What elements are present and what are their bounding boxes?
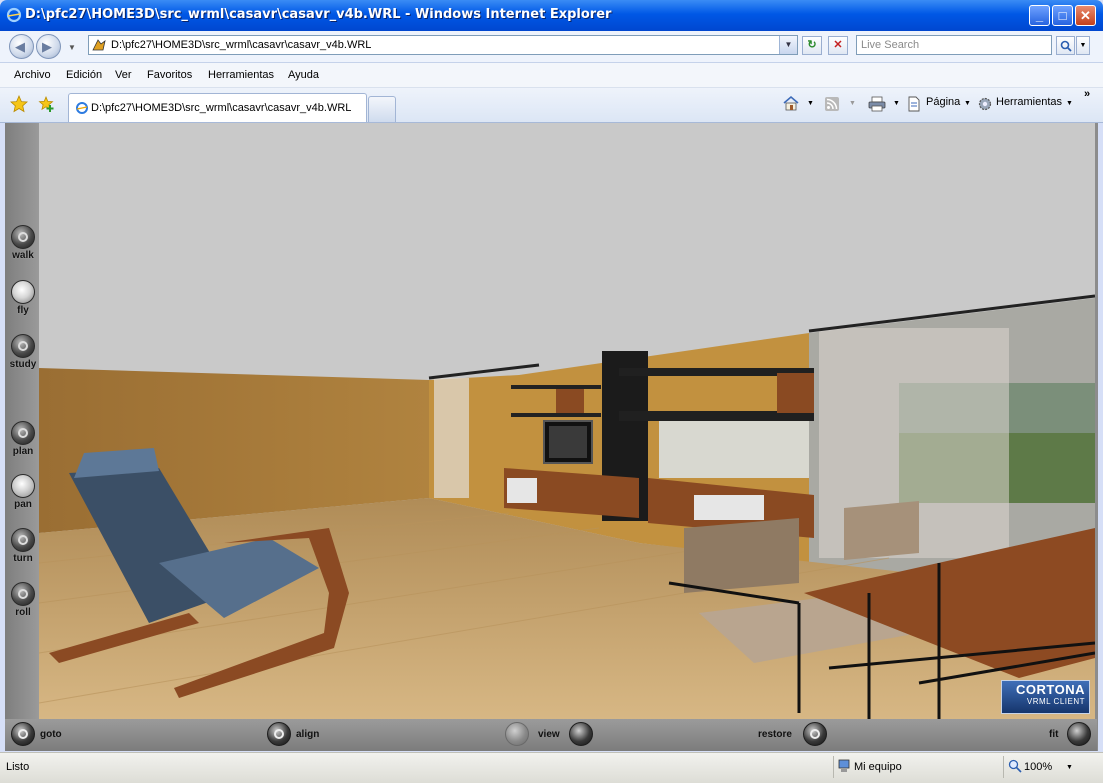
page-menu[interactable]: Página (926, 96, 960, 108)
pan-knob-icon (11, 474, 35, 498)
more-commands-chevron[interactable]: » (1084, 88, 1090, 100)
tab-active[interactable]: D:\pfc27\HOME3D\src_wrml\casavr\casavr_v… (68, 93, 367, 122)
search-placeholder: Live Search (861, 39, 920, 51)
add-favorites-icon[interactable] (37, 95, 55, 113)
fit-icon (1067, 722, 1091, 746)
feeds-dropdown-icon[interactable]: ▼ (849, 100, 856, 107)
goto-icon (11, 722, 35, 746)
align-control[interactable]: align (267, 722, 337, 748)
vrml-bottom-controls: goto align view restore fit (5, 719, 1097, 751)
refresh-icon[interactable]: ↻ (802, 36, 822, 55)
nav-fly-label: fly (17, 305, 29, 316)
menu-bar: Archivo Edición Ver Favoritos Herramient… (0, 63, 1103, 88)
nav-pan[interactable]: pan (9, 474, 37, 510)
menu-archivo[interactable]: Archivo (14, 69, 51, 81)
cortona-logo-line1: CORTONA (1016, 682, 1085, 697)
nav-walk-label: walk (12, 250, 34, 261)
history-dropdown-icon[interactable]: ▼ (68, 43, 76, 52)
stop-icon[interactable]: ✕ (828, 36, 848, 55)
maximize-button[interactable]: □ (1052, 5, 1073, 26)
goto-label: goto (40, 729, 62, 740)
minimize-button[interactable]: _ (1029, 5, 1050, 26)
next-view-icon[interactable] (569, 722, 593, 746)
restore-label: restore (758, 729, 792, 740)
view-label: view (538, 729, 560, 740)
forward-button[interactable]: ▶ (36, 34, 61, 59)
tools-dropdown-icon[interactable]: ▼ (1066, 100, 1073, 107)
cortona-logo-line2: VRML CLIENT (1026, 697, 1085, 706)
room-render (39, 123, 1095, 719)
address-field[interactable]: D:\pfc27\HOME3D\src_wrml\casavr\casavr_v… (88, 35, 798, 55)
align-label: align (296, 729, 320, 740)
search-input[interactable]: Live Search (856, 35, 1052, 55)
restore-control[interactable]: restore (757, 722, 832, 748)
nav-roll[interactable]: roll (9, 582, 37, 618)
nav-pan-label: pan (14, 499, 32, 510)
gear-icon[interactable] (977, 96, 993, 112)
address-dropdown-icon[interactable]: ▼ (779, 36, 797, 54)
roll-knob-icon (11, 582, 35, 606)
window-titlebar: D:\pfc27\HOME3D\src_wrml\casavr\casavr_v… (0, 0, 1103, 31)
zoom-icon (1008, 759, 1022, 773)
nav-fly[interactable]: fly (9, 280, 37, 316)
print-icon[interactable] (868, 96, 886, 112)
align-icon (267, 722, 291, 746)
print-dropdown-icon[interactable]: ▼ (893, 100, 900, 107)
security-zone[interactable]: Mi equipo (854, 761, 902, 773)
turn-knob-icon (11, 528, 35, 552)
vrml-3d-scene[interactable]: CORTONA VRML CLIENT (39, 123, 1095, 719)
window-title: D:\pfc27\HOME3D\src_wrml\casavr\casavr_v… (25, 7, 612, 22)
walk-knob-icon (11, 225, 35, 249)
back-button[interactable]: ◀ (9, 34, 34, 59)
status-separator-2 (1003, 756, 1004, 778)
back-arrow-icon: ◀ (15, 39, 25, 54)
status-bar: Listo Mi equipo 100% ▼ (0, 752, 1103, 783)
status-separator (833, 756, 834, 778)
feeds-icon[interactable] (825, 97, 839, 111)
ie-logo-icon (6, 7, 22, 23)
menu-edicion[interactable]: Edición (66, 69, 102, 81)
menu-ayuda[interactable]: Ayuda (288, 69, 319, 81)
tab-label: D:\pfc27\HOME3D\src_wrml\casavr\casavr_v… (91, 102, 352, 114)
computer-zone-icon (838, 759, 850, 772)
page-icon[interactable] (906, 96, 922, 112)
nav-turn[interactable]: turn (9, 528, 37, 564)
goto-control[interactable]: goto (11, 722, 81, 748)
plan-knob-icon (11, 421, 35, 445)
fit-label: fit (1049, 729, 1059, 740)
nav-plan[interactable]: plan (9, 421, 37, 457)
address-url: D:\pfc27\HOME3D\src_wrml\casavr\casavr_v… (111, 39, 372, 51)
nav-roll-label: roll (15, 607, 31, 618)
menu-herramientas[interactable]: Herramientas (208, 69, 274, 81)
new-tab-button[interactable] (368, 96, 396, 122)
ie-page-icon (76, 102, 88, 114)
vrml-file-icon (92, 39, 106, 51)
zoom-dropdown-icon[interactable]: ▼ (1066, 764, 1073, 771)
fit-control[interactable]: fit (1048, 722, 1094, 748)
nav-study[interactable]: study (9, 334, 37, 370)
forward-arrow-icon: ▶ (42, 39, 52, 54)
restore-icon (803, 722, 827, 746)
home-icon[interactable] (782, 95, 800, 111)
previous-view-icon[interactable] (505, 722, 529, 746)
home-dropdown-icon[interactable]: ▼ (807, 100, 814, 107)
study-knob-icon (11, 334, 35, 358)
page-dropdown-icon[interactable]: ▼ (964, 100, 971, 107)
nav-walk[interactable]: walk (9, 225, 37, 261)
fly-knob-icon (11, 280, 35, 304)
status-text: Listo (6, 761, 30, 773)
nav-turn-label: turn (13, 553, 33, 564)
menu-ver[interactable]: Ver (115, 69, 132, 81)
favorites-star-icon[interactable] (10, 95, 28, 113)
view-control[interactable]: view (505, 722, 600, 748)
nav-plan-label: plan (12, 446, 34, 457)
close-button[interactable]: ✕ (1075, 5, 1096, 26)
nav-study-label: study (9, 359, 37, 370)
cortona-logo[interactable]: CORTONA VRML CLIENT (1001, 680, 1090, 714)
search-icon[interactable] (1056, 36, 1075, 55)
zoom-level[interactable]: 100% (1024, 761, 1052, 773)
menu-favoritos[interactable]: Favoritos (147, 69, 192, 81)
tools-menu[interactable]: Herramientas (996, 96, 1062, 108)
search-options-dropdown[interactable]: ▼ (1076, 36, 1090, 55)
